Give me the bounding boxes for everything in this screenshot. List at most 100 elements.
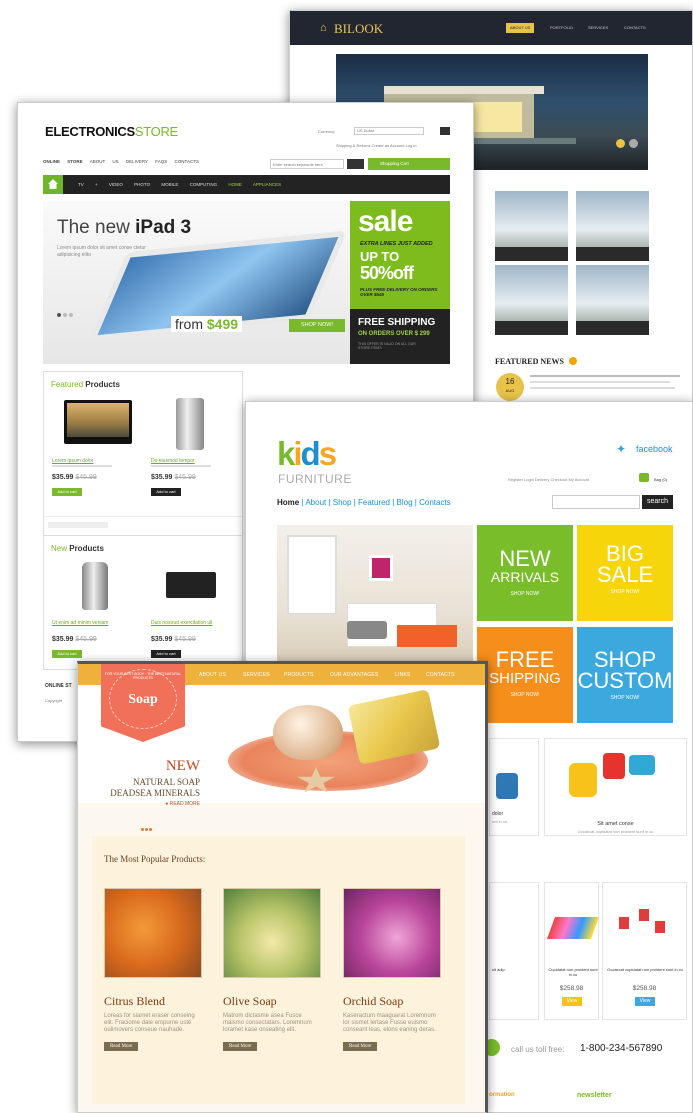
big-sale-tile[interactable]: BIG SALE SHOP NOW! bbox=[577, 525, 673, 621]
nav-contacts[interactable]: Contacts bbox=[419, 498, 451, 507]
slider-dot[interactable] bbox=[57, 313, 61, 317]
nav-delivery[interactable]: DELIVERY bbox=[126, 159, 148, 164]
receiver-image[interactable] bbox=[166, 572, 216, 598]
product-card[interactable]: Olive Soap Matrom dictasme asea Fusce ma… bbox=[223, 888, 323, 1052]
read-more-button[interactable]: Read More bbox=[104, 1042, 139, 1051]
search-input[interactable] bbox=[552, 495, 640, 509]
bag-icon[interactable] bbox=[639, 473, 649, 482]
read-more-button[interactable]: Read More bbox=[223, 1042, 258, 1051]
cat-photo[interactable]: PHOTO bbox=[134, 182, 150, 187]
nav-featured[interactable]: Featured bbox=[358, 498, 390, 507]
slider-dot[interactable] bbox=[145, 828, 148, 831]
shop-now-button[interactable]: SHOP NOW! bbox=[289, 319, 345, 332]
facebook-link[interactable]: facebook bbox=[636, 444, 673, 454]
hero-read-more[interactable]: ● READ MORE bbox=[78, 801, 200, 807]
nav-faqs[interactable]: FAQS bbox=[155, 159, 167, 164]
nav-products[interactable]: PRODUCTS bbox=[284, 672, 314, 678]
slider-dot[interactable] bbox=[141, 828, 144, 831]
portfolio-thumb[interactable] bbox=[495, 265, 568, 335]
bilook-nav-portfolio[interactable]: PORTFOLIO bbox=[546, 23, 577, 33]
product-name[interactable]: Orchid Soap bbox=[343, 994, 443, 1009]
nav-services[interactable]: SERVICES bbox=[243, 672, 270, 678]
free-shipping-promo[interactable]: FREE SHIPPING ON ORDERS OVER $ 299 THIS … bbox=[350, 309, 450, 364]
shop-custom-tile[interactable]: SHOP CUSTOM SHOP NOW! bbox=[577, 627, 673, 723]
product-name[interactable]: Lorem ipsum dolor bbox=[52, 458, 93, 464]
slider-dot[interactable] bbox=[69, 313, 73, 317]
product-price: $35.99 $45.99 bbox=[52, 636, 97, 643]
read-more-button[interactable]: Read More bbox=[343, 1042, 378, 1051]
citrus-soap-image[interactable] bbox=[104, 888, 202, 978]
home-icon[interactable] bbox=[43, 175, 63, 194]
nav-contacts[interactable]: CONTACTS bbox=[426, 672, 455, 678]
slider-dot[interactable] bbox=[629, 139, 638, 148]
bilook-nav-contacts[interactable]: CONTACTS bbox=[620, 23, 650, 33]
price-text: from $499 bbox=[171, 316, 243, 332]
cat-appliances[interactable]: HOME APPLIANCES bbox=[228, 182, 281, 187]
view-button[interactable]: View bbox=[635, 997, 655, 1006]
view-button[interactable]: View bbox=[562, 997, 582, 1006]
portfolio-thumb[interactable] bbox=[576, 191, 649, 261]
nav-links[interactable]: LINKS bbox=[395, 672, 410, 678]
product-name[interactable]: Citrus Blend bbox=[104, 994, 204, 1009]
add-to-cart-button[interactable]: Add to cart bbox=[52, 488, 82, 496]
twitter-bird-icon[interactable]: ✦ bbox=[616, 443, 630, 455]
product-name[interactable]: Do eiusmod tempor bbox=[151, 458, 195, 464]
product-card[interactable]: Citrus Blend Loreas for siamet eraser co… bbox=[104, 888, 204, 1052]
carousel-scrollbar[interactable] bbox=[48, 522, 108, 528]
search-button[interactable] bbox=[347, 159, 364, 169]
coffee-machine-image[interactable] bbox=[176, 398, 204, 450]
product-name[interactable]: Ut enim ad minim veniam bbox=[52, 620, 108, 626]
sale-promo[interactable]: sale EXTRA LINES JUST ADDED UP TO 50%off… bbox=[350, 201, 450, 309]
bilook-nav-services[interactable]: SERVICES bbox=[584, 23, 612, 33]
slider-dot[interactable] bbox=[63, 313, 67, 317]
shopping-cart-button[interactable]: Shopping Cart bbox=[368, 158, 450, 170]
account-links[interactable]: Shipping & Returns Create an Account Log… bbox=[336, 143, 417, 148]
product-card[interactable]: sit adip. bbox=[489, 882, 539, 1020]
account-links[interactable]: Register Login Delivery Checkout My Acco… bbox=[508, 477, 589, 482]
bilook-nav-about[interactable]: ABOUT US bbox=[506, 23, 535, 33]
product-name[interactable]: Olive Soap bbox=[223, 994, 323, 1009]
rss-icon[interactable] bbox=[569, 357, 577, 365]
add-to-cart-button[interactable]: Add to cart bbox=[52, 650, 82, 658]
product-name[interactable]: Duis nostrud exercitation ull bbox=[151, 620, 212, 626]
nav-online-store[interactable]: ONLINE STORE bbox=[43, 159, 83, 164]
cat-computing[interactable]: COMPUTING bbox=[190, 182, 218, 187]
product-card[interactable]: Sit amet conse Occaecat cupidatat non pr… bbox=[544, 738, 687, 836]
currency-go-button[interactable] bbox=[440, 127, 450, 135]
product-card[interactable]: Orchid Soap Kaseractum maaguarat Loremnu… bbox=[343, 888, 443, 1052]
nav-about[interactable]: ABOUT US bbox=[90, 159, 119, 164]
soap-bar-image bbox=[347, 689, 441, 765]
add-to-cart-button[interactable]: Add to cart bbox=[151, 488, 181, 496]
portfolio-thumb[interactable] bbox=[495, 191, 568, 261]
product-card[interactable]: Cupidatat non proident sunt in cu $258.9… bbox=[544, 882, 600, 1020]
electronics-logo: ELECTRONICSSTORE bbox=[45, 124, 178, 139]
tv-image[interactable] bbox=[64, 400, 132, 444]
slider-dot[interactable] bbox=[616, 139, 625, 148]
slider-dot[interactable] bbox=[149, 828, 152, 831]
cat-tv[interactable]: TV + VIDEO bbox=[78, 182, 123, 187]
portfolio-thumb[interactable] bbox=[576, 265, 649, 335]
kids-room-image[interactable] bbox=[277, 525, 473, 665]
search-button[interactable]: search bbox=[642, 495, 673, 509]
product-card[interactable]: Occaecat cupidatat non proident sunt in … bbox=[602, 882, 687, 1020]
olive-soap-image[interactable] bbox=[223, 888, 321, 978]
nav-home[interactable]: Home bbox=[277, 498, 299, 507]
news-date-badge: 16 AUG bbox=[496, 373, 524, 401]
search-input[interactable]: Enter search keywords here bbox=[270, 159, 344, 169]
free-shipping-tile[interactable]: FREE SHIPPING SHOP NOW! bbox=[477, 627, 573, 723]
nav-advantages[interactable]: OUR ADVANTAGES bbox=[330, 672, 378, 678]
cat-mobile[interactable]: MOBILE bbox=[161, 182, 178, 187]
nav-contacts[interactable]: CONTACTS bbox=[175, 159, 199, 164]
bag-count[interactable]: Bag (0) bbox=[654, 477, 667, 482]
nav-shop[interactable]: Shop bbox=[333, 498, 352, 507]
new-arrivals-tile[interactable]: NEW ARRIVALS SHOP NOW! bbox=[477, 525, 573, 621]
currency-select[interactable]: US Dollar bbox=[354, 127, 424, 135]
orchid-soap-image[interactable] bbox=[343, 888, 441, 978]
product-card[interactable]: dolor unt in cu bbox=[489, 738, 539, 836]
newsletter-heading: newsletter bbox=[577, 1092, 612, 1099]
nav-about[interactable]: About bbox=[305, 498, 326, 507]
nav-blog[interactable]: Blog bbox=[397, 498, 413, 507]
kettle-image[interactable] bbox=[82, 562, 108, 610]
add-to-cart-button[interactable]: Add to cart bbox=[151, 650, 181, 658]
nav-about[interactable]: ABOUT US bbox=[199, 672, 226, 678]
